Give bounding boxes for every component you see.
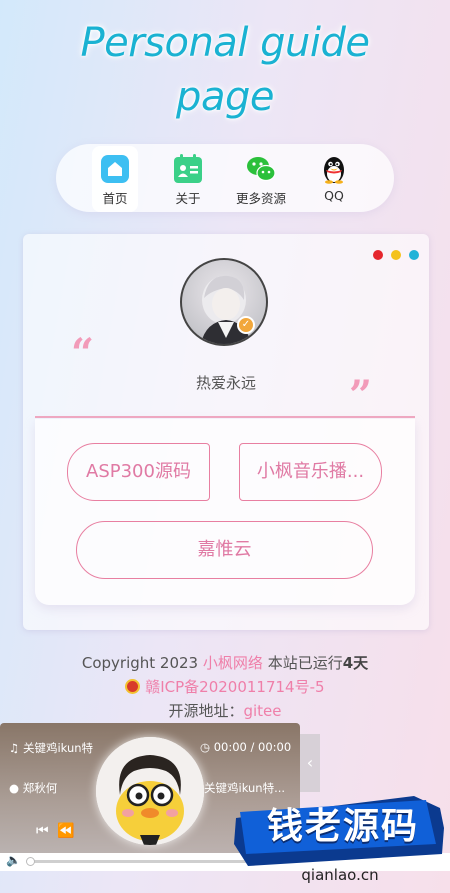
icp-line: 赣ICP备2020011714号-5 [0, 676, 450, 697]
open-source-label: 开源地址： [168, 702, 244, 720]
link-music-player[interactable]: 小枫音乐播... [239, 443, 382, 501]
watermark: qianlao.cn 钱老源码 [230, 788, 450, 893]
verified-badge-icon: ✓ [237, 316, 255, 334]
site-name-link[interactable]: 小枫网络 [203, 654, 263, 672]
home-icon [101, 155, 129, 183]
user-icon: ● [9, 781, 20, 795]
quote-open-icon: “ [71, 330, 95, 377]
skip-back-icon[interactable]: ⏮ [36, 823, 51, 839]
player-toggle-button[interactable]: ‹ [300, 734, 320, 792]
nav-label-more-resources: 更多资源 [235, 191, 286, 206]
nav-label-home: 首页 [102, 191, 128, 206]
player-track: ♫ 关键鸡ikun特 [9, 740, 93, 756]
nav-item-home[interactable]: 首页 [80, 146, 150, 212]
music-note-icon: ♫ [9, 741, 20, 755]
watermark-domain: qianlao.cn [301, 866, 378, 884]
nav-label-about: 关于 [175, 191, 201, 206]
link-asp300[interactable]: ASP300源码 [67, 443, 210, 501]
chevron-left-icon: ‹ [306, 753, 314, 772]
copyright-text: Copyright 2023 [81, 654, 199, 672]
nav-item-more-resources[interactable]: 更多资源 [226, 154, 296, 206]
top-nav: 首页 关于 更多资源 QQ [56, 144, 394, 212]
player-track-title: 关键鸡ikun特 [22, 741, 94, 755]
avatar [180, 258, 268, 346]
link-asp300-label: ASP300源码 [86, 461, 191, 482]
running-prefix: 本站已运行 [267, 654, 343, 672]
volume-icon[interactable]: 🔈 [6, 853, 21, 867]
gitee-link[interactable]: gitee [243, 702, 281, 720]
player-artist: ● 郑秋何 [9, 780, 57, 796]
police-emblem-icon [125, 679, 141, 694]
page-title-text: Personal guide page [80, 20, 370, 120]
prev-controls: ⏮ ⏪ [36, 823, 77, 839]
window-dot-yellow [391, 250, 401, 260]
copyright-line: Copyright 2023 小枫网络 本站已运行4天 [0, 652, 450, 673]
nav-item-qq[interactable]: QQ [299, 154, 369, 206]
link-music-player-label: 小枫音乐播... [256, 461, 365, 482]
id-card-icon [174, 154, 202, 183]
qq-penguin-icon [324, 157, 344, 184]
player-time: ◷ 00:00 / 00:00 [200, 740, 291, 754]
album-art-illustration [96, 737, 204, 845]
player-time-text: 00:00 / 00:00 [213, 740, 292, 754]
nav-label-qq: QQ [324, 188, 344, 203]
page-title: Personal guide page [0, 16, 450, 124]
link-jiawei-cloud-label: 嘉惟云 [197, 539, 252, 560]
rewind-icon[interactable]: ⏪ [57, 823, 76, 839]
icp-link[interactable]: 赣ICP备2020011714号-5 [145, 678, 324, 696]
running-days: 4天 [342, 654, 369, 672]
link-jiawei-cloud[interactable]: 嘉惟云 [76, 521, 373, 579]
wechat-icon [247, 157, 276, 182]
profile-card: ✓ “ 热爱永远 ” ASP300源码 小枫音乐播... 嘉惟云 [23, 234, 429, 630]
player-artist-name: 郑秋何 [22, 781, 58, 795]
avatar-illustration [200, 275, 252, 344]
window-dot-red [373, 250, 383, 260]
progress-handle[interactable] [26, 857, 35, 866]
nav-item-about[interactable]: 关于 [153, 154, 223, 206]
open-source-line: 开源地址：gitee [0, 700, 450, 721]
quote-close-icon: ” [349, 372, 373, 419]
window-dot-blue [409, 250, 419, 260]
watermark-brand: 钱老源码 [266, 806, 419, 847]
links-panel: ASP300源码 小枫音乐播... 嘉惟云 [35, 419, 415, 605]
album-cover[interactable] [96, 737, 204, 845]
card-divider [35, 416, 415, 418]
clock-icon: ◷ [200, 740, 211, 754]
